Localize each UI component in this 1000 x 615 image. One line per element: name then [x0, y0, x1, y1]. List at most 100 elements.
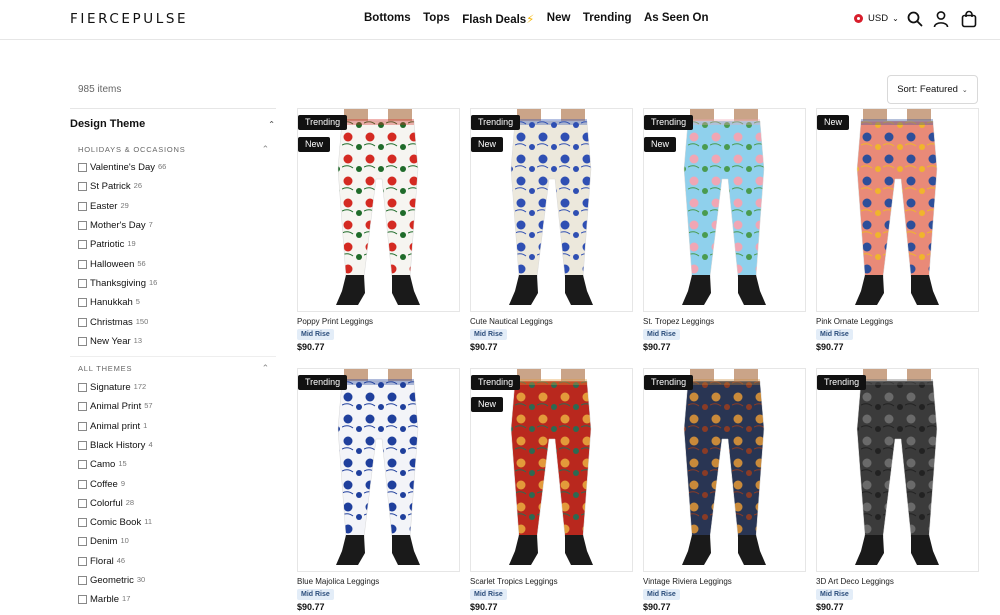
checkbox[interactable] — [78, 240, 87, 250]
product-image-frame[interactable]: Trending — [297, 368, 460, 572]
filter-option[interactable]: Hanukkah 5 — [70, 293, 276, 312]
filter-option[interactable]: Mother's Day 7 — [70, 216, 276, 235]
cart-icon[interactable] — [960, 10, 978, 28]
chevron-down-icon: ⌄ — [892, 14, 899, 23]
filter-option-label: Floral — [90, 555, 114, 567]
product-name[interactable]: 3D Art Deco Leggings — [816, 577, 894, 586]
filter-sidebar: Design Theme ⌃ HOLIDAYS & OCCASIONS ⌃ Vale… — [70, 108, 276, 610]
product-price: $90.77 — [297, 342, 325, 352]
nav-trending[interactable]: Trending — [583, 12, 632, 26]
filter-option[interactable]: Animal Print 57 — [70, 397, 276, 416]
product-image[interactable] — [817, 369, 978, 571]
filter-option[interactable]: Colorful 28 — [70, 494, 276, 513]
product-image-frame[interactable]: Trending New — [643, 108, 806, 312]
product-name[interactable]: Blue Majolica Leggings — [297, 577, 379, 586]
rise-tag: Mid Rise — [297, 329, 334, 340]
nav-as-seen-on[interactable]: As Seen On — [644, 12, 709, 26]
checkbox[interactable] — [78, 576, 87, 586]
product-image-frame[interactable]: Trending New — [297, 108, 460, 312]
filter-group-header[interactable]: HOLIDAYS & OCCASIONS ⌃ — [70, 140, 276, 158]
checkbox[interactable] — [78, 595, 87, 605]
product-image-frame[interactable]: Trending — [816, 368, 979, 572]
checkbox[interactable] — [78, 421, 87, 431]
product-name[interactable]: Pink Ornate Leggings — [816, 317, 893, 326]
filter-option[interactable]: Thanksgiving 16 — [70, 274, 276, 293]
filter-option[interactable]: Valentine's Day 66 — [70, 158, 276, 177]
product-image[interactable] — [817, 109, 978, 311]
filter-option[interactable]: Signature 172 — [70, 378, 276, 397]
nav-tops[interactable]: Tops — [423, 12, 450, 26]
filter-option-count: 150 — [135, 316, 149, 326]
nav-bottoms[interactable]: Bottoms — [364, 12, 411, 26]
filter-option[interactable]: Easter 29 — [70, 197, 276, 216]
product-badge: Trending — [471, 375, 521, 390]
filter-option[interactable]: Halloween 56 — [70, 254, 276, 273]
checkbox[interactable] — [78, 201, 87, 211]
checkbox[interactable] — [78, 182, 87, 192]
checkbox[interactable] — [78, 317, 87, 327]
filter-group-header[interactable]: ALL THEMES ⌃ — [70, 360, 276, 378]
product-name[interactable]: Poppy Print Leggings — [297, 317, 373, 326]
product-image[interactable] — [644, 369, 805, 571]
product-image[interactable] — [298, 369, 459, 571]
chevron-up-icon[interactable]: ⌃ — [262, 144, 270, 155]
product-image-frame[interactable]: Trending New — [470, 368, 633, 572]
checkbox[interactable] — [78, 298, 87, 308]
filter-option[interactable]: Coffee 9 — [70, 474, 276, 493]
checkbox[interactable] — [78, 163, 87, 173]
checkbox[interactable] — [78, 441, 87, 450]
filter-option-label: Black History — [90, 440, 146, 451]
site-logo[interactable]: FIERCEPULSE — [70, 11, 188, 27]
product-name[interactable]: Vintage Riviera Leggings — [643, 577, 732, 586]
filter-option[interactable]: Geometric 30 — [70, 571, 276, 590]
checkbox[interactable] — [78, 518, 87, 528]
checkbox[interactable] — [78, 537, 87, 547]
filter-option-count: 29 — [120, 200, 129, 210]
checkbox[interactable] — [78, 259, 87, 269]
product-image-frame[interactable]: New — [816, 108, 979, 312]
filter-option[interactable]: Comic Book 11 — [70, 513, 276, 532]
product-badge: Trending — [644, 375, 694, 390]
checkbox[interactable] — [78, 460, 87, 470]
checkbox[interactable] — [78, 479, 87, 489]
chevron-up-icon[interactable]: ⌃ — [262, 363, 270, 374]
product-price: $90.77 — [643, 602, 671, 612]
filter-option[interactable]: Patriotic 19 — [70, 235, 276, 254]
sort-dropdown[interactable]: Sort: Featured ⌄ — [887, 75, 978, 104]
product-price: $90.77 — [816, 342, 844, 352]
filter-option[interactable]: Marble 17 — [70, 590, 276, 609]
product-name[interactable]: St. Tropez Leggings — [643, 317, 714, 326]
nav-label: Trending — [582, 12, 632, 24]
filter-option[interactable]: Black History 4 — [70, 436, 276, 455]
checkbox[interactable] — [78, 336, 87, 346]
product-price: $90.77 — [470, 342, 498, 352]
filter-option-label: Denim — [90, 536, 118, 548]
filter-option[interactable]: Camo 15 — [70, 455, 276, 474]
search-icon[interactable] — [906, 10, 924, 28]
product-badge: New — [471, 397, 504, 412]
account-icon[interactable] — [932, 10, 950, 28]
filter-option[interactable]: Animal print 1 — [70, 417, 276, 436]
filter-option[interactable]: New Year 13 — [70, 332, 276, 351]
nav-new[interactable]: New — [547, 12, 571, 26]
checkbox[interactable] — [78, 402, 87, 412]
currency-selector[interactable]: USD ⌄ — [854, 13, 899, 24]
filter-option-count: 5 — [135, 297, 140, 307]
checkbox[interactable] — [78, 221, 87, 231]
product-name[interactable]: Cute Nautical Leggings — [470, 317, 553, 326]
product-image-frame[interactable]: Trending — [643, 368, 806, 572]
checkbox[interactable] — [78, 278, 87, 288]
nav-flash-deals[interactable]: Flash Deals⚡ — [462, 12, 534, 26]
checkbox[interactable] — [78, 383, 87, 393]
product-image-frame[interactable]: Trending New — [470, 108, 633, 312]
filter-option[interactable]: Denim 10 — [70, 532, 276, 551]
filter-option[interactable]: Christmas 150 — [70, 312, 276, 331]
product-name[interactable]: Scarlet Tropics Leggings — [470, 577, 558, 586]
filter-option[interactable]: St Patrick 26 — [70, 177, 276, 196]
filter-section-design-theme[interactable]: Design Theme ⌃ — [70, 109, 276, 139]
checkbox[interactable] — [78, 556, 87, 566]
chevron-up-icon[interactable]: ⌃ — [268, 120, 275, 129]
checkbox[interactable] — [78, 498, 87, 508]
filter-option-label: Halloween — [90, 258, 135, 270]
filter-option[interactable]: Floral 46 — [70, 552, 276, 571]
